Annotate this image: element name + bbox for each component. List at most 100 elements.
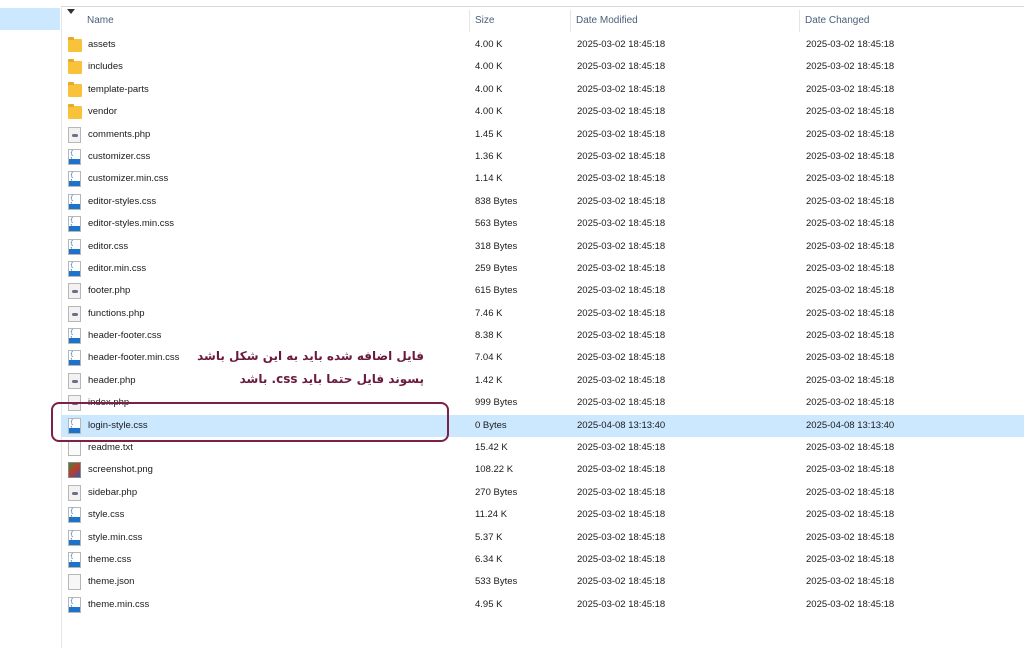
file-size: 6.34 K [475,553,503,565]
folder-icon [68,104,82,120]
file-date-changed: 2025-03-02 18:45:18 [806,106,895,118]
column-size-header[interactable]: Size [469,10,571,32]
file-row[interactable]: comments.php 1.45 K 2025-03-02 18:45:18 202… [61,124,1024,146]
file-name: customizer.css [88,150,151,162]
file-date-modified: 2025-03-02 18:45:18 [577,598,666,610]
annotation-highlight-box [51,402,449,442]
file-date-modified: 2025-04-08 13:13:40 [577,419,666,431]
file-date-modified: 2025-03-02 18:45:18 [577,128,666,140]
css-file-icon [68,148,81,165]
file-row[interactable]: editor-styles.min.css 563 Bytes 2025-03-02… [61,213,1024,235]
file-row[interactable]: customizer.css 1.36 K 2025-03-02 18:45:18 2… [61,146,1024,168]
css-file-icon [68,171,81,188]
file-name: editor.min.css [88,262,147,274]
file-date-modified: 2025-03-02 18:45:18 [577,106,666,118]
file-size: 5.37 K [475,531,503,543]
file-size: 1.45 K [475,128,503,140]
column-name-header[interactable]: Name [81,10,470,32]
file-row[interactable]: header-footer.css 8.38 K 2025-03-02 18:45:… [61,325,1024,347]
file-row[interactable]: template-parts 4.00 K 2025-03-02 18:45:18 2… [61,79,1024,101]
file-name: customizer.min.css [88,173,169,185]
file-date-modified: 2025-03-02 18:45:18 [577,240,666,252]
file-row[interactable]: style.css 11.24 K 2025-03-02 18:45:18 2025-… [61,504,1024,526]
file-row[interactable]: header.php 1.42 K 2025-03-02 18:45:18 2025-… [61,370,1024,392]
file-date-modified: 2025-03-02 18:45:18 [577,442,666,454]
file-date-changed: 2025-03-02 18:45:18 [806,374,895,386]
file-size: 270 Bytes [475,486,518,498]
file-date-modified: 2025-03-02 18:45:18 [577,352,666,364]
file-row[interactable]: sidebar.php 270 Bytes 2025-03-02 18:45:18 2… [61,482,1024,504]
file-date-modified: 2025-03-02 18:45:18 [577,553,666,565]
file-date-changed: 2025-03-02 18:45:18 [806,83,895,95]
file-name: footer.php [88,285,131,297]
file-row[interactable]: theme.css 6.34 K 2025-03-02 18:45:18 2025-0… [61,549,1024,571]
file-size: 1.36 K [475,150,503,162]
file-name: editor.css [88,240,129,252]
file-date-changed: 2025-03-02 18:45:18 [806,330,895,342]
css-file-icon [68,507,81,524]
annotation-text-line-2: پسوند فایل حتما باید css. باشد [239,372,424,386]
file-name: header-footer.css [88,330,162,342]
file-name: header-footer.min.css [88,352,180,364]
text-file-icon [68,440,81,457]
file-size: 1.42 K [475,374,503,386]
file-name: style.min.css [88,531,143,543]
file-size: 7.46 K [475,307,503,319]
file-size: 0 Bytes [475,419,507,431]
file-list: assets 4.00 K 2025-03-02 18:45:18 2025-03-0… [61,34,1024,616]
navigation-selected-item[interactable] [0,8,60,30]
file-date-modified: 2025-03-02 18:45:18 [577,374,666,386]
file-row[interactable]: theme.json 533 Bytes 2025-03-02 18:45:18 20… [61,571,1024,593]
file-size: 999 Bytes [475,397,518,409]
file-row[interactable]: style.min.css 5.37 K 2025-03-02 18:45:18 20… [61,527,1024,549]
file-date-changed: 2025-03-02 18:45:18 [806,553,895,565]
file-row[interactable]: functions.php 7.46 K 2025-03-02 18:45:18 20… [61,303,1024,325]
file-row[interactable]: assets 4.00 K 2025-03-02 18:45:18 2025-03-0… [61,34,1024,56]
file-row[interactable]: editor.min.css 259 Bytes 2025-03-02 18:45:… [61,258,1024,280]
file-date-modified: 2025-03-02 18:45:18 [577,531,666,543]
file-size: 11.24 K [475,509,508,521]
file-row[interactable]: theme.min.css 4.95 K 2025-03-02 18:45:18 20… [61,594,1024,616]
file-row[interactable]: footer.php 615 Bytes 2025-03-02 18:45:18 20… [61,280,1024,302]
file-date-changed: 2025-03-02 18:45:18 [806,352,895,364]
file-date-changed: 2025-03-02 18:45:18 [806,464,895,476]
css-file-icon [68,350,81,367]
navigation-pane[interactable] [0,0,62,648]
file-name: style.css [88,509,125,521]
file-row[interactable]: screenshot.png 108.22 K 2025-03-02 18:45:1… [61,459,1024,481]
file-name: theme.json [88,576,135,588]
file-date-modified: 2025-03-02 18:45:18 [577,83,666,95]
file-date-modified: 2025-03-02 18:45:18 [577,509,666,521]
file-date-changed: 2025-03-02 18:45:18 [806,61,895,73]
css-file-icon [68,529,81,546]
json-file-icon [68,574,81,591]
file-size: 1.14 K [475,173,503,185]
column-date-modified-header[interactable]: Date Modified [570,10,800,32]
file-size: 8.38 K [475,330,503,342]
file-date-modified: 2025-03-02 18:45:18 [577,173,666,185]
file-name: screenshot.png [88,464,153,476]
file-size: 4.95 K [475,598,503,610]
address-bar[interactable] [61,0,1024,7]
file-name: theme.min.css [88,598,150,610]
file-date-modified: 2025-03-02 18:45:18 [577,61,666,73]
file-row[interactable]: editor-styles.css 838 Bytes 2025-03-02 18:… [61,191,1024,213]
file-date-changed: 2025-03-02 18:45:18 [806,397,895,409]
file-name: includes [88,61,123,73]
file-row[interactable]: vendor 4.00 K 2025-03-02 18:45:18 2025-03-0… [61,101,1024,123]
file-date-changed: 2025-03-02 18:45:18 [806,531,895,543]
file-date-modified: 2025-03-02 18:45:18 [577,218,666,230]
file-date-modified: 2025-03-02 18:45:18 [577,150,666,162]
file-date-changed: 2025-03-02 18:45:18 [806,262,895,274]
file-row[interactable]: customizer.min.css 1.14 K 2025-03-02 18:45… [61,168,1024,190]
file-date-changed: 2025-03-02 18:45:18 [806,150,895,162]
file-row[interactable]: includes 4.00 K 2025-03-02 18:45:18 2025-03… [61,56,1024,78]
file-date-changed: 2025-03-02 18:45:18 [806,486,895,498]
file-row[interactable]: editor.css 318 Bytes 2025-03-02 18:45:18 20… [61,236,1024,258]
file-name: assets [88,39,116,50]
file-date-modified: 2025-03-02 18:45:18 [577,285,666,297]
file-name: header.php [88,374,136,386]
php-file-icon [68,126,81,143]
file-date-modified: 2025-03-02 18:45:18 [577,330,666,342]
column-date-changed-header[interactable]: Date Changed [799,10,1024,32]
